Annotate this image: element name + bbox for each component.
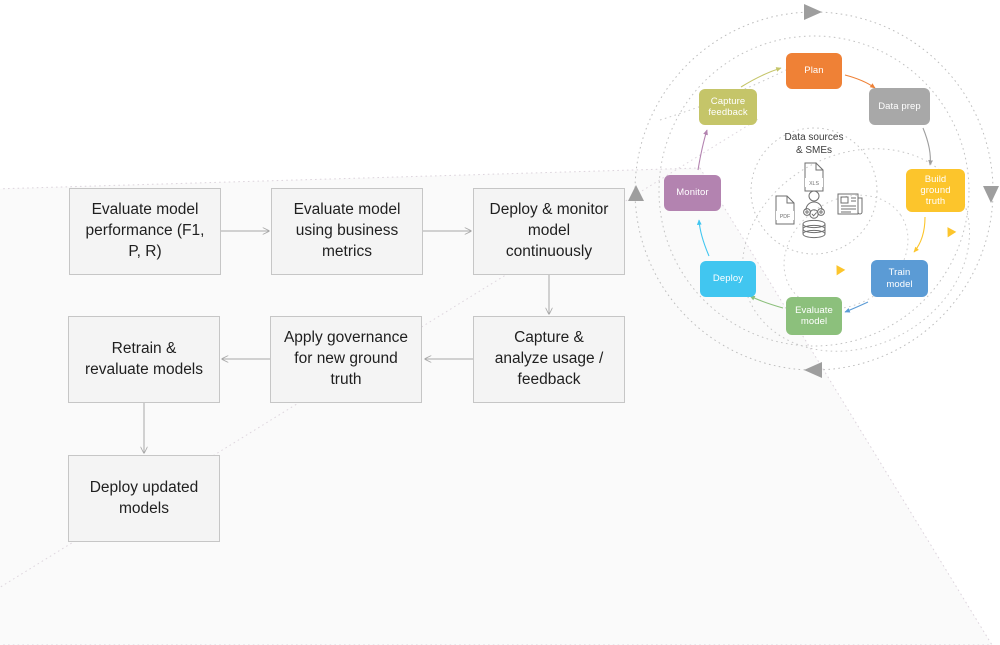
database-icon bbox=[802, 219, 826, 239]
orbit-marker-top bbox=[804, 4, 822, 20]
center-label-data-sources: Data sources & SMEs bbox=[784, 132, 844, 156]
flow-box-deploy-monitor-model[interactable]: Deploy & monitor model continuously bbox=[473, 188, 625, 275]
flow-box-retrain-revaluate[interactable]: Retrain & revaluate models bbox=[68, 316, 220, 403]
wheel-arrow-dataprep-to-groundtruth bbox=[922, 127, 934, 166]
flow-box-evaluate-model-performance[interactable]: Evaluate model performance (F1, P, R) bbox=[69, 188, 221, 275]
subject-matter-expert-icon bbox=[803, 190, 825, 219]
orbit-marker-bottom bbox=[804, 362, 822, 378]
plane-edge-top bbox=[0, 167, 701, 190]
flow-box-capture-analyze-usage[interactable]: Capture & analyze usage / feedback bbox=[473, 316, 625, 403]
svg-text:PDF: PDF bbox=[780, 214, 790, 220]
wheel-arrow-plan-to-dataprep bbox=[844, 74, 876, 89]
wheel-node-train-model[interactable]: Train model bbox=[871, 260, 928, 297]
wheel-node-data-prep[interactable]: Data prep bbox=[869, 88, 930, 125]
wheel-node-evaluate-model[interactable]: Evaluate model bbox=[786, 297, 842, 335]
wheel-arrow-groundtruth-to-trainmodel bbox=[913, 216, 926, 253]
svg-text:XLS: XLS bbox=[809, 181, 819, 187]
orbit-chevron-yellow-right bbox=[947, 227, 957, 238]
wheel-arrow-monitor-to-capturefeedback bbox=[697, 129, 708, 171]
wheel-node-deploy[interactable]: Deploy bbox=[700, 261, 756, 297]
flow-box-evaluate-business-metrics[interactable]: Evaluate model using business metrics bbox=[271, 188, 423, 275]
wheel-node-plan[interactable]: Plan bbox=[786, 53, 842, 89]
article-document-icon bbox=[837, 193, 863, 215]
wheel-arrow-evaluate-to-deploy bbox=[749, 295, 784, 309]
orbit-marker-left bbox=[628, 185, 644, 201]
wheel-arrow-trainmodel-to-evaluate bbox=[844, 301, 869, 313]
orbit-marker-right bbox=[983, 186, 999, 203]
pdf-document-icon: PDF bbox=[775, 195, 795, 225]
flow-box-apply-governance[interactable]: Apply governance for new ground truth bbox=[270, 316, 422, 403]
wheel-node-capture-feedback[interactable]: Capture feedback bbox=[699, 89, 757, 125]
wheel-node-build-ground-truth[interactable]: Build ground truth bbox=[906, 169, 965, 212]
wheel-arrow-capturefeedback-to-plan bbox=[740, 67, 782, 88]
diagram-canvas: Evaluate model performance (F1, P, R) Ev… bbox=[0, 0, 1000, 645]
plane-edge-right bbox=[699, 167, 993, 645]
wheel-arrow-deploy-to-monitor bbox=[696, 219, 710, 257]
orbit-chevron-yellow-center bbox=[836, 265, 846, 276]
flow-box-deploy-updated-models[interactable]: Deploy updated models bbox=[68, 455, 220, 542]
wheel-node-monitor[interactable]: Monitor bbox=[664, 175, 721, 211]
xls-document-icon: XLS bbox=[804, 162, 824, 192]
